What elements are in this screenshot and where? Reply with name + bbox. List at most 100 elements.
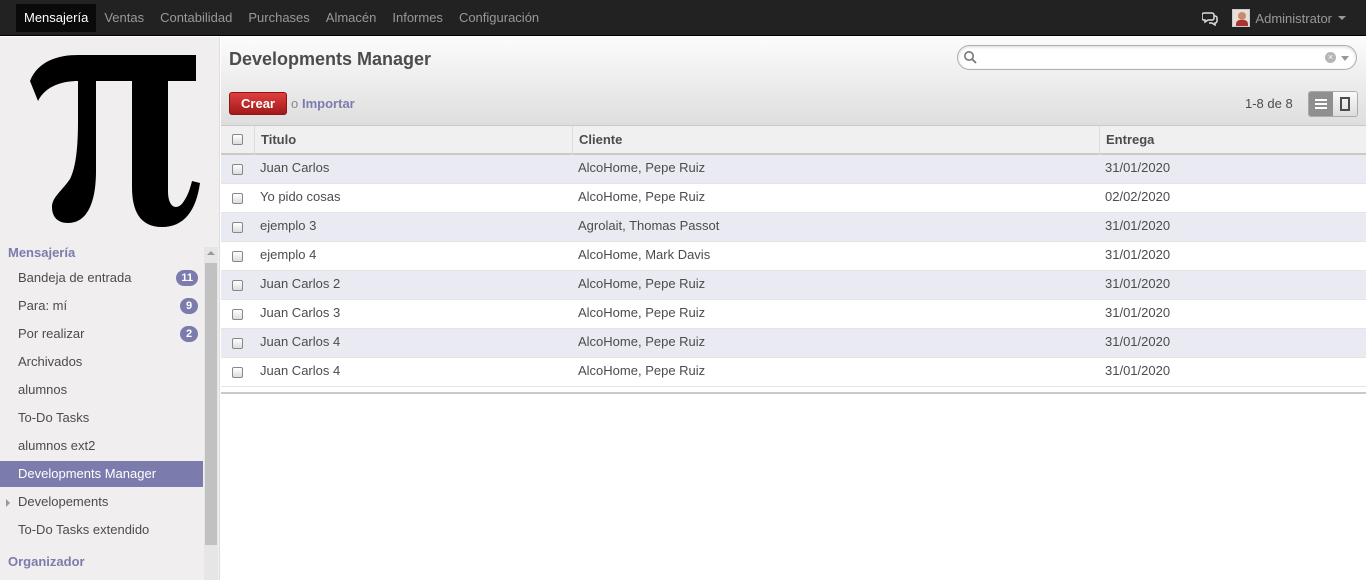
table-row[interactable]: Juan Carlos 4 AlcoHome, Pepe Ruiz 31/01/… bbox=[221, 329, 1366, 358]
sidebar-scrollbar[interactable] bbox=[204, 247, 218, 580]
section-organizador[interactable]: Organizador bbox=[8, 554, 85, 569]
cell-entrega: 31/01/2020 bbox=[1105, 276, 1171, 291]
menu-configuracion[interactable]: Configuración bbox=[451, 4, 547, 32]
sidebar-item-alumnos-ext2[interactable]: alumnos ext2 bbox=[0, 433, 203, 459]
sidebar-item-label: Developments Manager bbox=[18, 466, 157, 481]
sidebar-item-alumnos[interactable]: alumnos bbox=[0, 377, 203, 403]
row-checkbox[interactable] bbox=[232, 164, 243, 175]
menu-contabilidad[interactable]: Contabilidad bbox=[152, 4, 240, 32]
table-row[interactable]: Juan Carlos AlcoHome, Pepe Ruiz 31/01/20… bbox=[221, 155, 1366, 184]
sidebar-item-label: Archivados bbox=[18, 354, 83, 369]
scrollbar-thumb[interactable] bbox=[205, 263, 217, 545]
list-view-button[interactable] bbox=[1309, 92, 1333, 116]
menu-almacen[interactable]: Almacén bbox=[318, 4, 385, 32]
create-button[interactable]: Crear bbox=[229, 92, 287, 115]
table-row[interactable]: ejemplo 3 Agrolait, Thomas Passot 31/01/… bbox=[221, 213, 1366, 242]
table-footer bbox=[221, 387, 1366, 394]
avatar[interactable] bbox=[1232, 9, 1251, 27]
chat-icon[interactable] bbox=[1202, 10, 1219, 26]
search-options-chevron-icon[interactable] bbox=[1341, 56, 1349, 61]
search-input[interactable] bbox=[982, 49, 1322, 66]
sidebar-item-todo-tasks-extendido[interactable]: To-Do Tasks extendido bbox=[0, 517, 203, 543]
or-text: o bbox=[291, 96, 299, 111]
menu-mensajeria[interactable]: Mensajería bbox=[16, 4, 97, 32]
cell-cliente: AlcoHome, Pepe Ruiz bbox=[578, 189, 706, 204]
sidebar-item-label: alumnos ext2 bbox=[18, 438, 96, 453]
cell-titulo: Juan Carlos 4 bbox=[260, 363, 341, 378]
cell-cliente: AlcoHome, Pepe Ruiz bbox=[578, 276, 706, 291]
sidebar-item-por-realizar[interactable]: Por realizar 2 bbox=[0, 321, 203, 347]
sidebar-item-label: alumnos bbox=[18, 382, 68, 397]
cell-cliente: AlcoHome, Pepe Ruiz bbox=[578, 160, 706, 175]
column-header-cliente[interactable]: Cliente bbox=[572, 126, 1099, 155]
pager-value[interactable]: 1-8 de 8 bbox=[1245, 96, 1293, 111]
cell-entrega: 31/01/2020 bbox=[1105, 334, 1171, 349]
cell-cliente: Agrolait, Thomas Passot bbox=[578, 218, 720, 233]
table-row[interactable]: Juan Carlos 4 AlcoHome, Pepe Ruiz 31/01/… bbox=[221, 358, 1366, 387]
count-badge: 2 bbox=[180, 326, 198, 342]
cell-entrega: 31/01/2020 bbox=[1105, 363, 1171, 378]
menu-informes[interactable]: Informes bbox=[384, 4, 451, 32]
row-checkbox[interactable] bbox=[232, 222, 243, 233]
cell-titulo: Yo pido cosas bbox=[260, 189, 341, 204]
table-row[interactable]: Juan Carlos 2 AlcoHome, Pepe Ruiz 31/01/… bbox=[221, 271, 1366, 300]
sidebar-item-label: To-Do Tasks bbox=[18, 410, 90, 425]
sidebar-item-label: Para: mí bbox=[18, 298, 68, 313]
chevron-down-icon[interactable] bbox=[1338, 16, 1346, 20]
sidebar-item-label: Developements bbox=[18, 494, 109, 509]
select-all-checkbox[interactable] bbox=[232, 134, 243, 145]
count-badge: 11 bbox=[176, 270, 198, 286]
top-navbar: Mensajería Ventas Contabilidad Purchases… bbox=[0, 0, 1366, 36]
view-switcher bbox=[1308, 91, 1358, 117]
main-content: Developments Manager × Crear o Importar … bbox=[221, 37, 1366, 580]
cell-titulo: Juan Carlos bbox=[260, 160, 330, 175]
menu-purchases[interactable]: Purchases bbox=[240, 4, 317, 32]
column-header-titulo[interactable]: Titulo bbox=[254, 126, 572, 155]
row-checkbox[interactable] bbox=[232, 338, 243, 349]
cell-titulo: ejemplo 4 bbox=[260, 247, 317, 262]
table-header: Titulo Cliente Entrega bbox=[221, 126, 1366, 155]
user-menu[interactable]: Administrator bbox=[1255, 11, 1332, 26]
menu-ventas[interactable]: Ventas bbox=[96, 4, 152, 32]
sidebar: Mensajería Bandeja de entrada 11 Para: m… bbox=[0, 37, 220, 580]
records-table: Titulo Cliente Entrega Juan Carlos AlcoH… bbox=[221, 126, 1366, 394]
sidebar-item-developements[interactable]: Developements bbox=[0, 489, 203, 515]
sidebar-item-developments-manager[interactable]: Developments Manager bbox=[0, 461, 203, 487]
column-header-entrega[interactable]: Entrega bbox=[1099, 126, 1366, 155]
row-checkbox[interactable] bbox=[232, 193, 243, 204]
sidebar-item-archivados[interactable]: Archivados bbox=[0, 349, 203, 375]
table-row[interactable]: Juan Carlos 3 AlcoHome, Pepe Ruiz 31/01/… bbox=[221, 300, 1366, 329]
app-menu: Mensajería Ventas Contabilidad Purchases… bbox=[16, 4, 547, 32]
sidebar-item-bandeja[interactable]: Bandeja de entrada 11 bbox=[0, 265, 203, 291]
cell-titulo: Juan Carlos 4 bbox=[260, 334, 341, 349]
form-view-button[interactable] bbox=[1333, 92, 1357, 116]
sidebar-item-todo-tasks[interactable]: To-Do Tasks bbox=[0, 405, 203, 431]
cell-cliente: AlcoHome, Mark Davis bbox=[578, 247, 711, 262]
sidebar-item-label: Por realizar bbox=[18, 326, 85, 341]
row-checkbox[interactable] bbox=[232, 309, 243, 320]
scroll-up-icon[interactable] bbox=[207, 251, 215, 255]
cell-titulo: ejemplo 3 bbox=[260, 218, 317, 233]
sidebar-item-label: To-Do Tasks extendido bbox=[18, 522, 150, 537]
search-icon bbox=[964, 51, 977, 64]
sidebar-item-para-mi[interactable]: Para: mí 9 bbox=[0, 293, 203, 319]
clear-icon[interactable]: × bbox=[1325, 52, 1336, 63]
form-view-icon bbox=[1340, 97, 1350, 111]
cell-titulo: Juan Carlos 2 bbox=[260, 276, 341, 291]
cell-entrega: 31/01/2020 bbox=[1105, 160, 1171, 175]
section-mensajeria[interactable]: Mensajería bbox=[8, 245, 75, 260]
search-box[interactable]: × bbox=[957, 45, 1357, 70]
page-title: Developments Manager bbox=[229, 49, 432, 69]
cell-titulo: Juan Carlos 3 bbox=[260, 305, 341, 320]
cell-entrega: 02/02/2020 bbox=[1105, 189, 1171, 204]
row-checkbox[interactable] bbox=[232, 280, 243, 291]
row-checkbox[interactable] bbox=[232, 367, 243, 378]
import-link[interactable]: Importar bbox=[302, 96, 355, 111]
count-badge: 9 bbox=[180, 298, 198, 314]
table-row[interactable]: ejemplo 4 AlcoHome, Mark Davis 31/01/202… bbox=[221, 242, 1366, 271]
control-panel: Developments Manager × Crear o Importar … bbox=[221, 37, 1366, 126]
table-row[interactable]: Yo pido cosas AlcoHome, Pepe Ruiz 02/02/… bbox=[221, 184, 1366, 213]
row-checkbox[interactable] bbox=[232, 251, 243, 262]
expand-arrow-icon[interactable] bbox=[6, 499, 10, 507]
list-view-icon bbox=[1315, 99, 1327, 109]
